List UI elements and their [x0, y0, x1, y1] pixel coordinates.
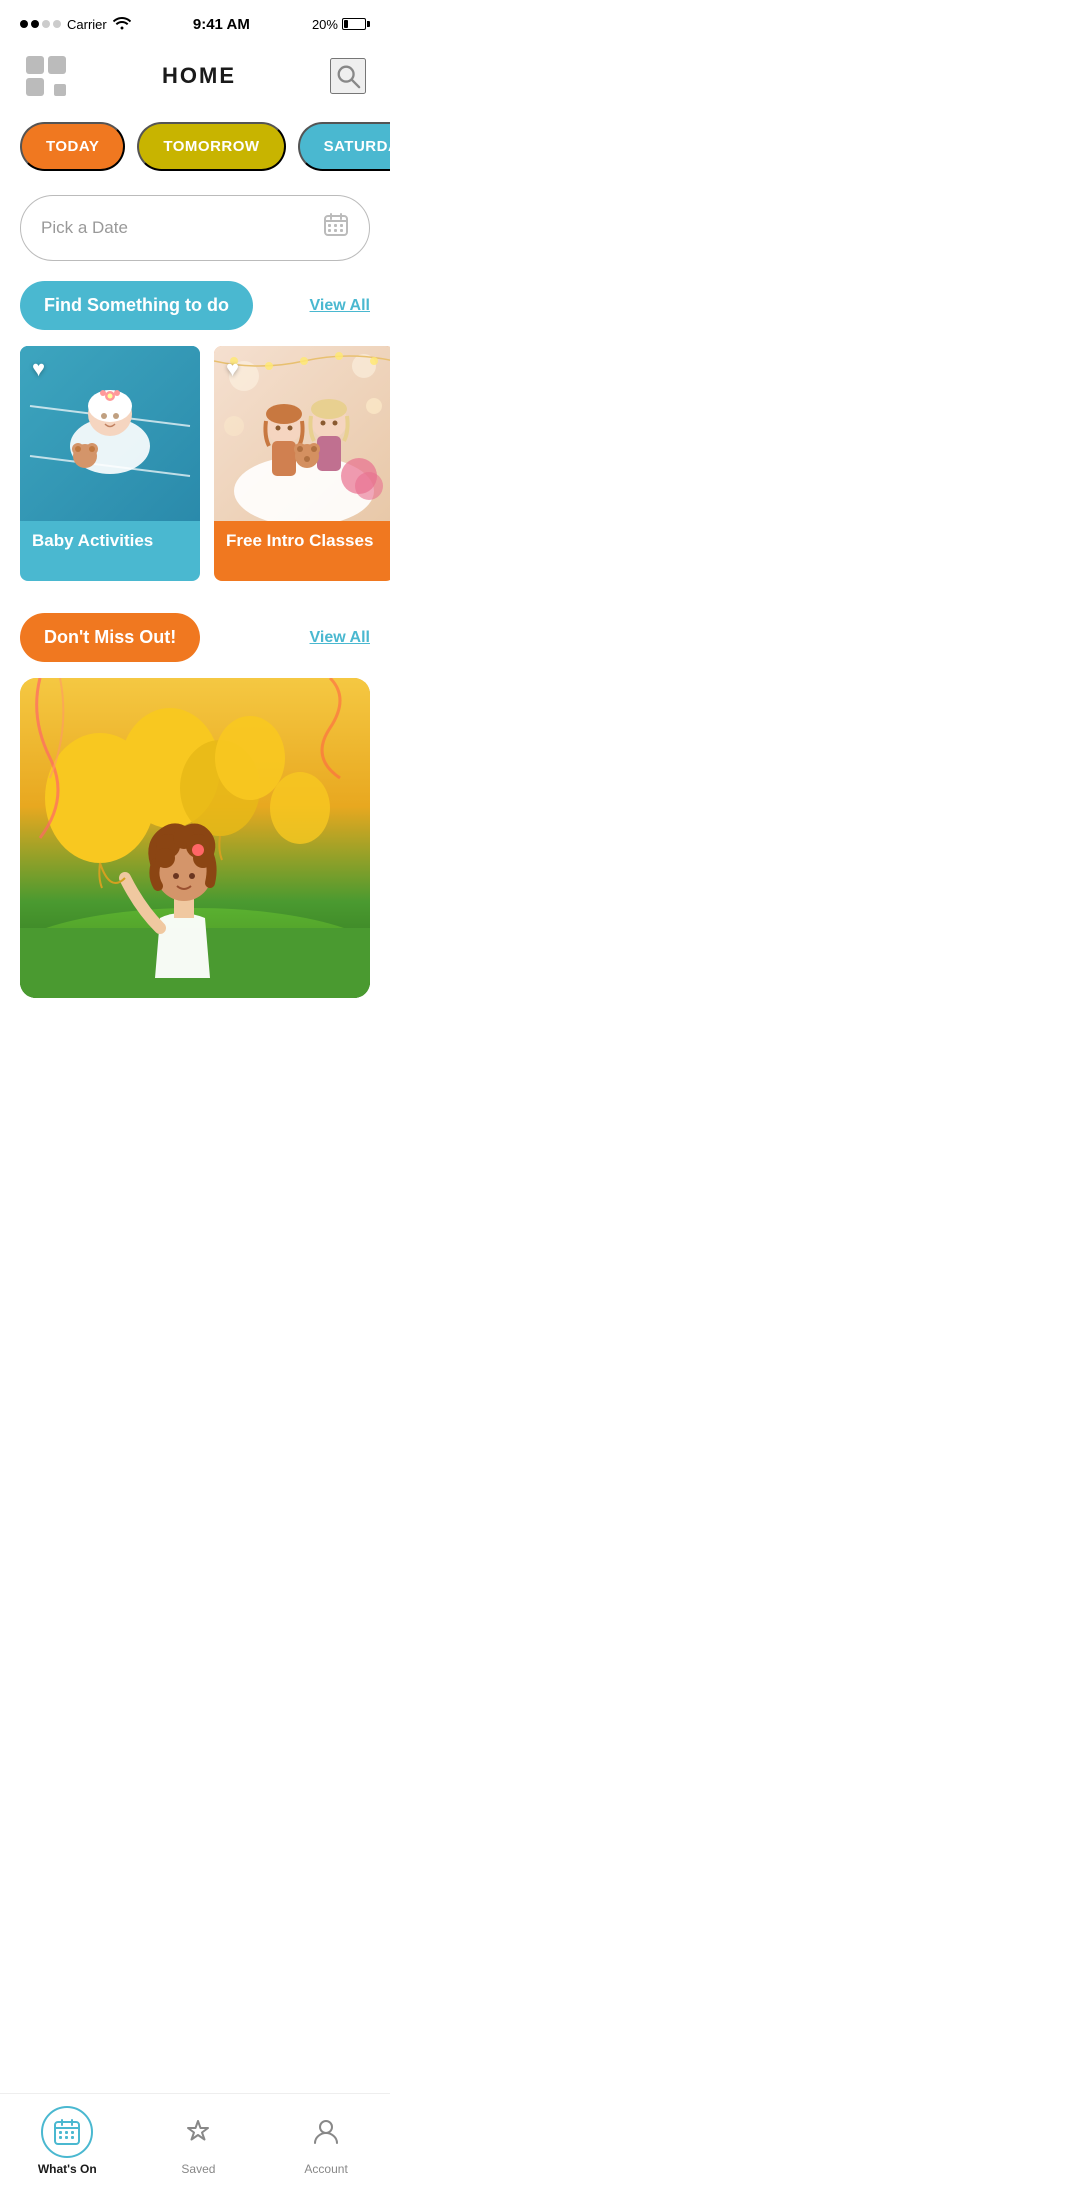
- card-baby-label-bar: Baby Activities: [20, 521, 200, 561]
- card-baby-activities[interactable]: ♥: [20, 346, 200, 581]
- find-section-title[interactable]: Find Something to do: [20, 281, 253, 330]
- status-bar: Carrier 9:41 AM 20%: [0, 0, 390, 44]
- nav-saved-label: Saved: [181, 2162, 215, 2176]
- card-baby-label: Baby Activities: [32, 531, 153, 550]
- nav-saved[interactable]: Saved: [172, 2106, 224, 2176]
- date-picker-placeholder: Pick a Date: [41, 218, 128, 238]
- card-free-label-bar: Free Intro Classes: [214, 521, 390, 561]
- dont-miss-header: Don't Miss Out! View All: [0, 613, 390, 678]
- card-free-intro[interactable]: ♥: [214, 346, 390, 581]
- dont-miss-section: Don't Miss Out! View All: [0, 605, 390, 998]
- date-picker[interactable]: Pick a Date: [20, 195, 370, 261]
- nav-account-icon-wrap: [300, 2106, 352, 2158]
- nav-whats-on[interactable]: What's On: [38, 2106, 97, 2176]
- nav-whats-on-icon-wrap: [41, 2106, 93, 2158]
- tab-today[interactable]: TODAY: [20, 122, 125, 171]
- card-free-label: Free Intro Classes: [226, 531, 373, 550]
- date-tabs: TODAY TOMORROW SATURDAY SUNDAY: [0, 114, 390, 187]
- nav-saved-icon-wrap: [172, 2106, 224, 2158]
- wifi-icon: [113, 16, 131, 33]
- page-title: HOME: [162, 63, 236, 89]
- dont-miss-view-all[interactable]: View All: [310, 629, 370, 647]
- carrier-label: Carrier: [67, 17, 107, 32]
- nav-account-label: Account: [304, 2162, 347, 2176]
- battery-icon: [342, 18, 370, 30]
- dont-miss-title[interactable]: Don't Miss Out!: [20, 613, 200, 662]
- featured-event-image[interactable]: [20, 678, 370, 998]
- signal-strength: [20, 20, 61, 28]
- battery-percent: 20%: [312, 17, 338, 32]
- tab-saturday[interactable]: SATURDAY: [298, 122, 390, 171]
- header: HOME: [0, 44, 390, 114]
- nav-whats-on-label: What's On: [38, 2162, 97, 2176]
- find-section-header: Find Something to do View All: [0, 281, 390, 346]
- card-free-heart-icon[interactable]: ♥: [226, 356, 239, 382]
- status-right: 20%: [312, 17, 370, 32]
- card-free-image: ♥: [214, 346, 390, 521]
- activity-cards: ♥: [0, 346, 390, 605]
- person-nav-icon: [311, 2117, 341, 2147]
- card-baby-image: ♥: [20, 346, 200, 521]
- status-time: 9:41 AM: [193, 16, 250, 33]
- star-nav-icon: [183, 2117, 213, 2147]
- date-picker-wrap: Pick a Date: [0, 187, 390, 281]
- bottom-nav: What's On Saved Account: [0, 2093, 390, 2200]
- tab-tomorrow[interactable]: TOMORROW: [137, 122, 285, 171]
- nav-account[interactable]: Account: [300, 2106, 352, 2176]
- status-left: Carrier: [20, 16, 131, 33]
- card-baby-heart-icon[interactable]: ♥: [32, 356, 45, 382]
- search-button[interactable]: [330, 58, 366, 94]
- search-icon: [335, 63, 361, 89]
- app-logo[interactable]: [24, 54, 68, 98]
- calendar-icon: [323, 212, 349, 244]
- calendar-nav-icon: [52, 2117, 82, 2147]
- find-view-all[interactable]: View All: [310, 297, 370, 315]
